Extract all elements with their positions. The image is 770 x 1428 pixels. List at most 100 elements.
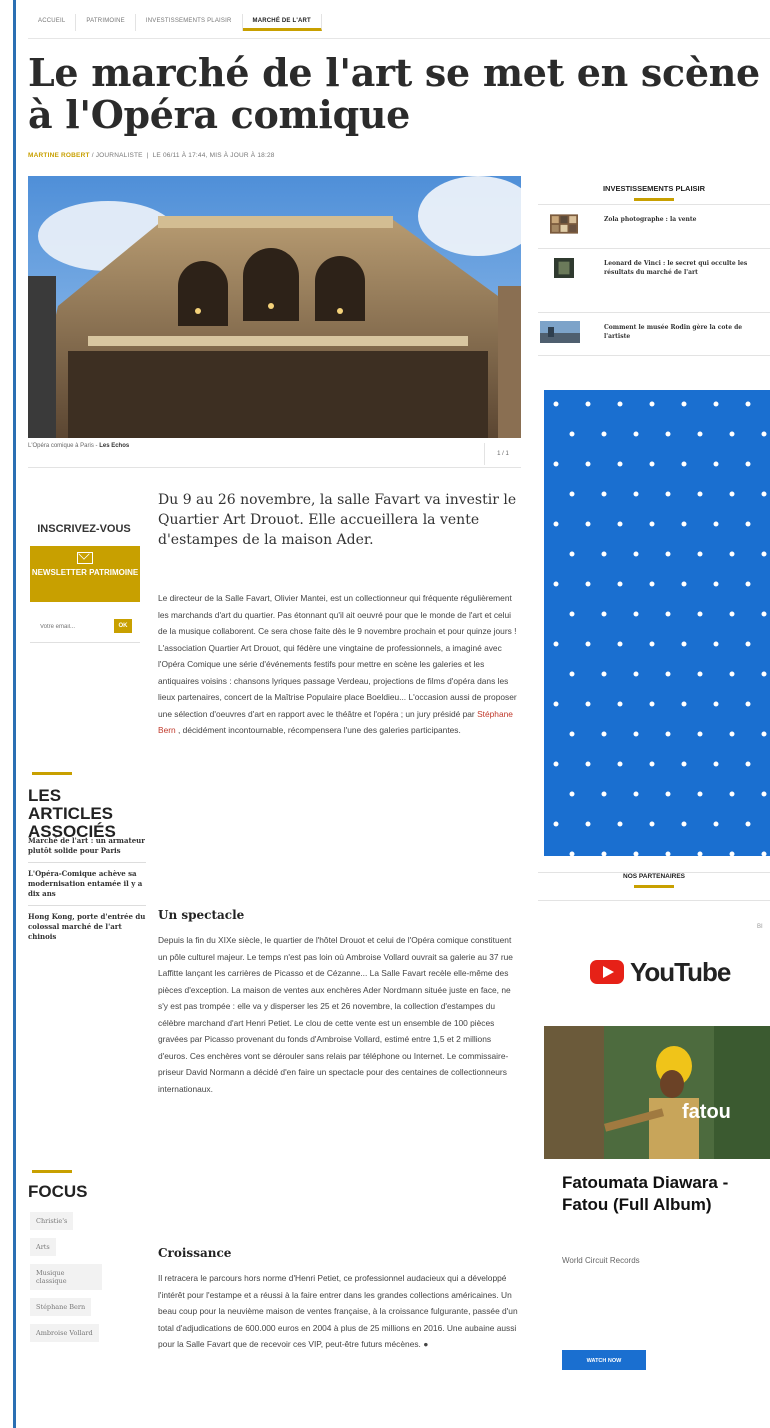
breadcrumb-patrimoine[interactable]: PATRIMOINE: [76, 14, 136, 31]
polka-dot: [553, 821, 559, 827]
polka-dot: [569, 671, 575, 677]
newsletter-label: NEWSLETTER PATRIMOINE: [31, 568, 139, 577]
polka-dot: [697, 551, 703, 557]
related-item[interactable]: Hong Kong, porte d'entrée du colossal ma…: [28, 906, 146, 948]
page-title: Le marché de l'art se met en scène à l'O…: [28, 50, 760, 137]
polka-dot-pattern: [553, 401, 767, 856]
polka-dot: [601, 491, 607, 497]
subheading-spectacle: Un spectacle: [158, 908, 245, 922]
polka-dot: [761, 731, 767, 737]
polka-dot: [681, 581, 687, 587]
polka-dot: [745, 701, 751, 707]
polka-dot: [553, 581, 559, 587]
polka-dot: [585, 581, 591, 587]
polka-dot: [649, 521, 655, 527]
author-link[interactable]: MARTINE ROBERT: [28, 152, 90, 159]
polka-dot: [665, 611, 671, 617]
focus-tag[interactable]: Musique classique: [30, 1264, 102, 1290]
breadcrumb-investissements[interactable]: INVESTISSEMENTS PLAISIR: [136, 14, 243, 31]
sidebar-article-title: Zola photographe : la vente: [604, 216, 697, 223]
polka-dot: [729, 431, 735, 437]
sidebar-article[interactable]: Leonard de Vinci : le secret qui occulte…: [538, 248, 770, 311]
album-thumbnail[interactable]: fatou: [544, 1026, 770, 1159]
byline: MARTINE ROBERT / JOURNALISTE | LE 06/11 …: [28, 152, 275, 159]
article-photo[interactable]: [28, 176, 521, 438]
polka-dot: [761, 551, 767, 557]
newsletter-ok-button[interactable]: OK: [114, 619, 132, 633]
paragraph-text: Le directeur de la Salle Favart, Olivier…: [158, 593, 517, 719]
polka-dot: [633, 731, 639, 737]
polka-dot: [649, 701, 655, 707]
polka-dot: [601, 551, 607, 557]
polka-dot: [649, 641, 655, 647]
sidebar-heading-accent: [634, 198, 674, 201]
polka-dot: [697, 731, 703, 737]
sidebar-article[interactable]: Zola photographe : la vente: [538, 204, 770, 245]
sidebar-article-title: Leonard de Vinci : le secret qui occulte…: [604, 260, 748, 276]
photo-caption: L'Opéra comique à Paris - Les Echos 1 / …: [28, 443, 521, 468]
polka-dot: [697, 791, 703, 797]
youtube-wordmark: YouTube: [630, 956, 731, 987]
focus-tag[interactable]: Ambroise Vollard: [30, 1324, 99, 1342]
left-accent-bar: [13, 0, 16, 1428]
polka-dot: [713, 521, 719, 527]
polka-dot: [649, 461, 655, 467]
polka-dot: [585, 821, 591, 827]
album-title[interactable]: Fatoumata Diawara - Fatou (Full Album): [562, 1172, 770, 1216]
youtube-logo[interactable]: YouTube: [590, 952, 731, 992]
opera-facade-image: [28, 176, 521, 438]
polka-dot: [665, 491, 671, 497]
album-cover-image: fatou: [544, 1026, 770, 1159]
polka-dot: [665, 791, 671, 797]
sidebar-article-title: Comment le musée Rodin gère la cote de l…: [604, 324, 743, 340]
article-paragraph: Le directeur de la Salle Favart, Olivier…: [158, 590, 520, 739]
sidebar-heading-label: INVESTISSEMENTS PLAISIR: [602, 184, 706, 193]
polka-dot: [745, 761, 751, 767]
focus-accent: [32, 1170, 72, 1173]
article-paragraph: Depuis la fin du XIXe siècle, le quartie…: [158, 935, 513, 1094]
breadcrumb-accueil[interactable]: ACCUEIL: [28, 14, 77, 31]
caption-text: L'Opéra comique à Paris -: [28, 443, 100, 449]
polka-dot: [713, 581, 719, 587]
focus-tags: Christie's Arts Musique classique Stépha…: [30, 1212, 138, 1350]
email-field[interactable]: [38, 619, 112, 635]
polka-dot: [617, 761, 623, 767]
breadcrumb-marche-de-l-art[interactable]: MARCHÉ DE L'ART: [242, 14, 322, 31]
polka-dot: [585, 641, 591, 647]
polka-dot: [601, 671, 607, 677]
related-item[interactable]: Marché de l'art : un armateur plutôt sol…: [28, 830, 146, 863]
polka-dot: [553, 761, 559, 767]
polka-dot: [729, 551, 735, 557]
polka-dot: [601, 611, 607, 617]
focus-tag[interactable]: Stéphane Bern: [30, 1298, 92, 1316]
polka-dot: [729, 671, 735, 677]
newsletter-button[interactable]: NEWSLETTER PATRIMOINE: [30, 546, 140, 602]
polka-dot: [761, 611, 767, 617]
polka-dot: [633, 851, 639, 856]
polka-dot: [713, 461, 719, 467]
advertisement-banner[interactable]: [544, 390, 770, 856]
polka-dot: [633, 431, 639, 437]
watch-now-button[interactable]: WATCH NOW: [562, 1350, 646, 1370]
sidebar-heading: INVESTISSEMENTS PLAISIR: [538, 184, 770, 201]
polka-dot: [761, 491, 767, 497]
polka-dot: [601, 791, 607, 797]
partners-heading: NOS PARTENAIRES: [538, 872, 770, 901]
youtube-play-icon: [590, 960, 624, 984]
polka-dot: [713, 701, 719, 707]
newsletter-heading: INSCRIVEZ-VOUS: [37, 523, 131, 535]
partners-heading-label: NOS PARTENAIRES: [623, 873, 685, 880]
polka-dot: [569, 551, 575, 557]
sidebar-article[interactable]: Comment le musée Rodin gère la cote de l…: [538, 312, 770, 356]
polka-dot: [713, 401, 719, 407]
polka-dot: [553, 521, 559, 527]
polka-dot: [713, 761, 719, 767]
related-item[interactable]: L'Opéra-Comique achève sa modernisation …: [28, 863, 146, 906]
polka-dot: [713, 821, 719, 827]
focus-tag[interactable]: Christie's: [30, 1212, 74, 1230]
polka-dot: [729, 491, 735, 497]
polka-dot: [601, 851, 607, 856]
focus-tag[interactable]: Arts: [30, 1238, 56, 1256]
polka-dot: [745, 821, 751, 827]
photo-counter[interactable]: 1 / 1: [484, 443, 521, 465]
